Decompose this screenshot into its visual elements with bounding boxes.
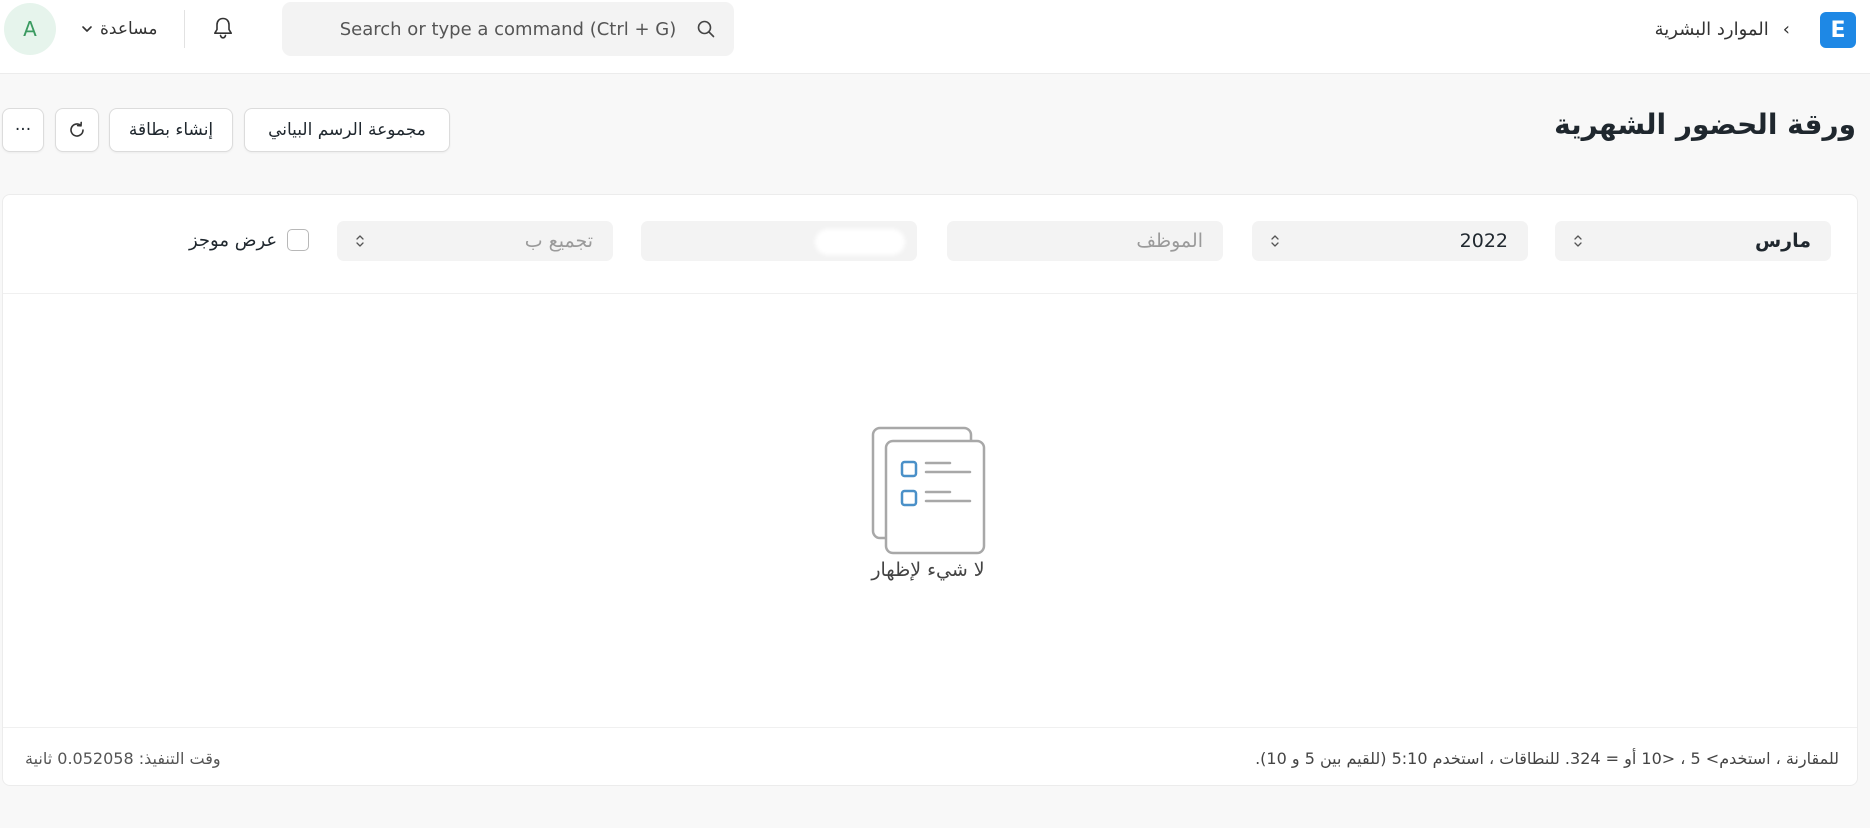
bell-icon [214, 17, 232, 39]
refresh-icon [70, 121, 84, 137]
more-menu-button[interactable]: ··· [2, 108, 44, 152]
filter-hint: للمقارنة ، استخدم> 5 ، <10 أو = 324. للن… [1255, 749, 1839, 768]
month-select[interactable]: مارس [1555, 221, 1831, 261]
breadcrumb: › الموارد البشرية [1655, 14, 1790, 44]
empty-state: لا شيء لإظهار [863, 425, 993, 581]
footer-divider [3, 727, 1857, 728]
execution-time: وقت التنفيذ: 0.052058 ثانية [25, 749, 221, 768]
breadcrumb-item-hr[interactable]: الموارد البشرية [1655, 19, 1769, 40]
year-select[interactable]: 2022 [1252, 221, 1528, 261]
navbar-divider [184, 10, 185, 48]
chevron-down-icon [82, 26, 92, 32]
breadcrumb-separator: › [1782, 18, 1790, 40]
company-field[interactable] [641, 221, 917, 261]
select-chevron-icon [1574, 235, 1582, 247]
app-logo[interactable]: E [1820, 12, 1856, 48]
search-icon [697, 20, 715, 38]
search-input[interactable] [282, 2, 734, 56]
avatar[interactable]: A [4, 3, 56, 55]
notifications-button[interactable] [208, 13, 238, 43]
select-chevron-icon [1271, 235, 1279, 247]
navbar: A مساعدة › الموارد البشرية E [0, 0, 1870, 74]
summarized-view-label: عرض موجز [189, 229, 278, 251]
report-card: مارس 2022 الموظف تجميع ب عرض موجز لا شيء… [2, 194, 1858, 786]
redacted-value [815, 229, 905, 255]
filters-divider [3, 293, 1857, 294]
awesomebar [282, 2, 734, 56]
page-title: ورقة الحضور الشهرية [1554, 108, 1856, 141]
empty-list-icon [871, 426, 986, 555]
summarized-view-checkbox[interactable] [287, 229, 310, 251]
refresh-button[interactable] [55, 108, 99, 152]
employee-placeholder: الموظف [1136, 230, 1203, 252]
create-card-button[interactable]: إنشاء بطاقة [109, 108, 233, 152]
summarized-view-toggle: عرض موجز [189, 227, 310, 253]
year-value: 2022 [1459, 230, 1508, 252]
empty-state-text: لا شيء لإظهار [871, 559, 985, 581]
month-value: مارس [1754, 230, 1811, 252]
group-by-select[interactable]: تجميع ب [337, 221, 613, 261]
help-label: مساعدة [100, 19, 158, 39]
chart-group-button[interactable]: مجموعة الرسم البياني [244, 108, 450, 152]
group-by-placeholder: تجميع ب [524, 230, 593, 252]
select-chevron-icon [356, 235, 364, 247]
employee-field[interactable]: الموظف [947, 221, 1223, 261]
help-dropdown[interactable]: مساعدة [80, 14, 157, 44]
